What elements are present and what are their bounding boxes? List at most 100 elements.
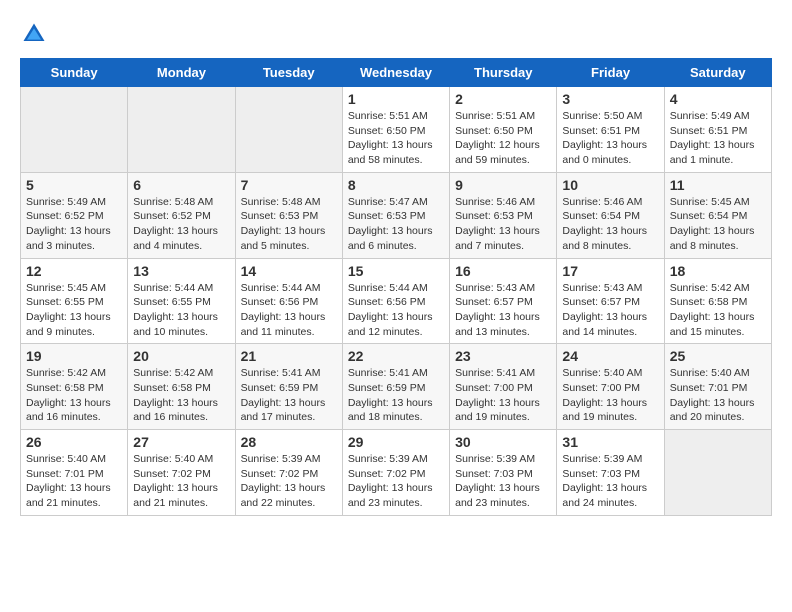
calendar-cell: 9 Sunrise: 5:46 AMSunset: 6:53 PMDaylight… [450,172,557,258]
day-detail: Sunrise: 5:39 AMSunset: 7:03 PMDaylight:… [455,452,551,511]
calendar-body: 1 Sunrise: 5:51 AMSunset: 6:50 PMDaylight… [21,87,772,516]
calendar-cell [21,87,128,173]
day-detail: Sunrise: 5:40 AMSunset: 7:02 PMDaylight:… [133,452,229,511]
calendar-cell: 4 Sunrise: 5:49 AMSunset: 6:51 PMDaylight… [664,87,771,173]
day-number: 20 [133,348,229,364]
calendar-cell: 29 Sunrise: 5:39 AMSunset: 7:02 PMDayligh… [342,430,449,516]
day-detail: Sunrise: 5:39 AMSunset: 7:02 PMDaylight:… [241,452,337,511]
day-detail: Sunrise: 5:40 AMSunset: 7:01 PMDaylight:… [26,452,122,511]
day-number: 6 [133,177,229,193]
day-number: 22 [348,348,444,364]
day-detail: Sunrise: 5:41 AMSunset: 7:00 PMDaylight:… [455,366,551,425]
calendar-week-1: 1 Sunrise: 5:51 AMSunset: 6:50 PMDaylight… [21,87,772,173]
calendar-cell: 3 Sunrise: 5:50 AMSunset: 6:51 PMDaylight… [557,87,664,173]
day-number: 19 [26,348,122,364]
day-detail: Sunrise: 5:48 AMSunset: 6:53 PMDaylight:… [241,195,337,254]
day-header-wednesday: Wednesday [342,59,449,87]
calendar-cell: 31Sunrise: 5:39 AMSunset: 7:03 PMDayligh… [557,430,664,516]
day-detail: Sunrise: 5:42 AMSunset: 6:58 PMDaylight:… [670,281,766,340]
day-number: 2 [455,91,551,107]
day-number: 26 [26,434,122,450]
day-detail: Sunrise: 5:43 AMSunset: 6:57 PMDaylight:… [455,281,551,340]
calendar-cell: 24 Sunrise: 5:40 AMSunset: 7:00 PMDayligh… [557,344,664,430]
day-header-saturday: Saturday [664,59,771,87]
day-number: 12 [26,263,122,279]
calendar-cell: 15Sunrise: 5:44 AMSunset: 6:56 PMDayligh… [342,258,449,344]
logo [20,20,52,48]
day-detail: Sunrise: 5:49 AMSunset: 6:51 PMDaylight:… [670,109,766,168]
day-number: 24 [562,348,658,364]
calendar-cell: 18 Sunrise: 5:42 AMSunset: 6:58 PMDayligh… [664,258,771,344]
day-header-sunday: Sunday [21,59,128,87]
calendar-cell: 11 Sunrise: 5:45 AMSunset: 6:54 PMDayligh… [664,172,771,258]
day-detail: Sunrise: 5:44 AMSunset: 6:55 PMDaylight:… [133,281,229,340]
day-number: 30 [455,434,551,450]
calendar-week-3: 12 Sunrise: 5:45 AMSunset: 6:55 PMDayligh… [21,258,772,344]
calendar-cell: 20 Sunrise: 5:42 AMSunset: 6:58 PMDayligh… [128,344,235,430]
calendar-cell: 10Sunrise: 5:46 AMSunset: 6:54 PMDayligh… [557,172,664,258]
day-detail: Sunrise: 5:51 AMSunset: 6:50 PMDaylight:… [455,109,551,168]
day-number: 13 [133,263,229,279]
day-number: 28 [241,434,337,450]
day-detail: Sunrise: 5:39 AMSunset: 7:03 PMDaylight:… [562,452,658,511]
calendar-cell: 5 Sunrise: 5:49 AMSunset: 6:52 PMDaylight… [21,172,128,258]
day-detail: Sunrise: 5:40 AMSunset: 7:00 PMDaylight:… [562,366,658,425]
calendar-cell: 2 Sunrise: 5:51 AMSunset: 6:50 PMDaylight… [450,87,557,173]
calendar-cell: 19 Sunrise: 5:42 AMSunset: 6:58 PMDayligh… [21,344,128,430]
day-number: 14 [241,263,337,279]
day-detail: Sunrise: 5:44 AMSunset: 6:56 PMDaylight:… [348,281,444,340]
day-header-thursday: Thursday [450,59,557,87]
day-detail: Sunrise: 5:42 AMSunset: 6:58 PMDaylight:… [26,366,122,425]
day-detail: Sunrise: 5:41 AMSunset: 6:59 PMDaylight:… [241,366,337,425]
calendar-cell: 28 Sunrise: 5:39 AMSunset: 7:02 PMDayligh… [235,430,342,516]
calendar-cell: 6 Sunrise: 5:48 AMSunset: 6:52 PMDaylight… [128,172,235,258]
day-number: 8 [348,177,444,193]
day-number: 18 [670,263,766,279]
day-number: 3 [562,91,658,107]
calendar-cell: 1 Sunrise: 5:51 AMSunset: 6:50 PMDaylight… [342,87,449,173]
calendar-cell: 13 Sunrise: 5:44 AMSunset: 6:55 PMDayligh… [128,258,235,344]
calendar-cell: 16 Sunrise: 5:43 AMSunset: 6:57 PMDayligh… [450,258,557,344]
day-number: 16 [455,263,551,279]
calendar-cell: 14 Sunrise: 5:44 AMSunset: 6:56 PMDayligh… [235,258,342,344]
day-header-tuesday: Tuesday [235,59,342,87]
day-number: 5 [26,177,122,193]
day-number: 4 [670,91,766,107]
day-number: 1 [348,91,444,107]
calendar-cell: 27 Sunrise: 5:40 AMSunset: 7:02 PMDayligh… [128,430,235,516]
day-header-friday: Friday [557,59,664,87]
day-detail: Sunrise: 5:46 AMSunset: 6:53 PMDaylight:… [455,195,551,254]
day-number: 21 [241,348,337,364]
day-number: 10 [562,177,658,193]
calendar-cell: 7 Sunrise: 5:48 AMSunset: 6:53 PMDaylight… [235,172,342,258]
calendar-cell: 17 Sunrise: 5:43 AMSunset: 6:57 PMDayligh… [557,258,664,344]
day-detail: Sunrise: 5:49 AMSunset: 6:52 PMDaylight:… [26,195,122,254]
day-number: 25 [670,348,766,364]
logo-icon [20,20,48,48]
calendar-cell: 23 Sunrise: 5:41 AMSunset: 7:00 PMDayligh… [450,344,557,430]
day-number: 9 [455,177,551,193]
day-detail: Sunrise: 5:50 AMSunset: 6:51 PMDaylight:… [562,109,658,168]
calendar-cell: 12 Sunrise: 5:45 AMSunset: 6:55 PMDayligh… [21,258,128,344]
calendar-cell [664,430,771,516]
calendar-table: SundayMondayTuesdayWednesdayThursdayFrid… [20,58,772,516]
day-number: 7 [241,177,337,193]
calendar-week-5: 26 Sunrise: 5:40 AMSunset: 7:01 PMDayligh… [21,430,772,516]
day-detail: Sunrise: 5:47 AMSunset: 6:53 PMDaylight:… [348,195,444,254]
day-detail: Sunrise: 5:44 AMSunset: 6:56 PMDaylight:… [241,281,337,340]
day-detail: Sunrise: 5:42 AMSunset: 6:58 PMDaylight:… [133,366,229,425]
calendar-cell: 25Sunrise: 5:40 AMSunset: 7:01 PMDayligh… [664,344,771,430]
day-detail: Sunrise: 5:43 AMSunset: 6:57 PMDaylight:… [562,281,658,340]
day-detail: Sunrise: 5:45 AMSunset: 6:54 PMDaylight:… [670,195,766,254]
calendar-week-2: 5 Sunrise: 5:49 AMSunset: 6:52 PMDaylight… [21,172,772,258]
day-header-monday: Monday [128,59,235,87]
day-number: 27 [133,434,229,450]
day-number: 29 [348,434,444,450]
day-number: 17 [562,263,658,279]
day-detail: Sunrise: 5:39 AMSunset: 7:02 PMDaylight:… [348,452,444,511]
day-detail: Sunrise: 5:45 AMSunset: 6:55 PMDaylight:… [26,281,122,340]
day-number: 23 [455,348,551,364]
day-detail: Sunrise: 5:48 AMSunset: 6:52 PMDaylight:… [133,195,229,254]
day-number: 11 [670,177,766,193]
day-detail: Sunrise: 5:51 AMSunset: 6:50 PMDaylight:… [348,109,444,168]
